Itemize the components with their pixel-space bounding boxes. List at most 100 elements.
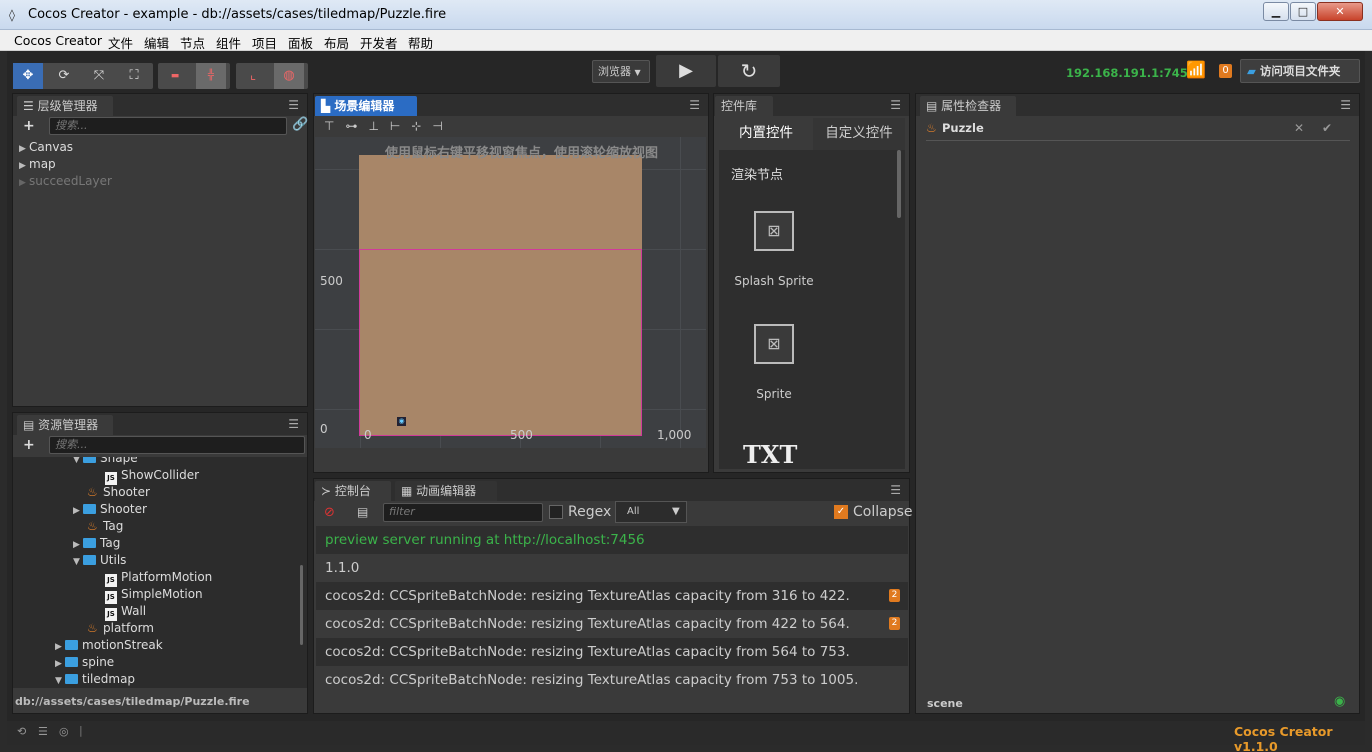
visibility-icon[interactable]: ◎ [59, 725, 69, 738]
pivot-icon[interactable]: ▬ [160, 63, 190, 89]
player-sprite-icon[interactable]: ◉ [397, 417, 406, 426]
log-line[interactable]: 1.1.0 [316, 554, 908, 582]
align-top-icon[interactable]: ⊤ [324, 119, 345, 133]
expand-arrow-icon[interactable]: ▶ [55, 642, 65, 652]
close-window-button[interactable]: ✕ [1317, 2, 1363, 21]
preview-ip-address[interactable]: 192.168.191.1:7456 [1066, 66, 1196, 80]
open-project-folder-button[interactable]: ▰ 访问项目文件夹 [1240, 59, 1360, 83]
expand-arrow-icon[interactable]: ▶ [19, 144, 29, 154]
eye-icon[interactable]: ◉ [1334, 694, 1345, 709]
scale-tool-icon[interactable]: ⤧ [84, 63, 114, 89]
add-asset-button[interactable]: + [23, 437, 35, 453]
link-icon[interactable]: 🔗 [292, 117, 308, 132]
asset-script-simplemotion[interactable]: JS SimpleMotion [105, 587, 203, 604]
widgets-scrollbar[interactable] [897, 150, 901, 218]
log-line[interactable]: cocos2d: CCSpriteBatchNode: resizing Tex… [316, 666, 908, 694]
asset-script-wall[interactable]: JS Wall [105, 604, 146, 621]
log-line[interactable]: cocos2d: CCSpriteBatchNode: resizing Tex… [316, 610, 908, 638]
log-line[interactable]: cocos2d: CCSpriteBatchNode: resizing Tex… [316, 638, 908, 666]
tree-node-map[interactable]: ▶ map [19, 157, 56, 171]
assets-menu-icon[interactable]: ☰ [288, 417, 299, 431]
local-space-icon[interactable]: ⌞ [238, 63, 268, 89]
align-vcenter-icon[interactable]: ⊶ [345, 119, 368, 133]
assets-search-input[interactable]: 搜索... [49, 436, 305, 454]
center-icon[interactable]: ╬ [196, 63, 226, 89]
asset-script-platformmotion[interactable]: JS PlatformMotion [105, 570, 212, 587]
tab-scene-editor[interactable]: ▙ 场景编辑器 [315, 96, 417, 116]
tab-hierarchy[interactable]: ☰ 层级管理器 [17, 96, 113, 116]
tab-assets[interactable]: ▤ 资源管理器 [17, 415, 113, 435]
align-hcenter-icon[interactable]: ⊹ [411, 119, 432, 133]
collapse-arrow-icon[interactable]: ▼ [73, 457, 83, 465]
tab-custom-widgets[interactable]: 自定义控件 [813, 118, 905, 150]
menu-developer[interactable]: 开发者 [360, 33, 398, 52]
preview-platform-select[interactable]: 浏览器 ▼ [592, 60, 650, 83]
splash-sprite-icon[interactable]: ⊠ [754, 211, 794, 251]
sprite-icon[interactable]: ⊠ [754, 324, 794, 364]
expand-arrow-icon[interactable]: ▶ [73, 506, 83, 516]
asset-scene-platform[interactable]: ♨ platform [87, 621, 154, 635]
play-button[interactable]: ▶ [656, 55, 716, 87]
menu-cocos-creator[interactable]: Cocos Creator [14, 33, 102, 48]
expand-arrow-icon[interactable]: ▶ [55, 659, 65, 669]
add-node-button[interactable]: + [23, 118, 35, 134]
asset-folder-tag[interactable]: ▶ Tag [73, 536, 120, 550]
menu-file[interactable]: 文件 [108, 33, 133, 52]
tab-animation-editor[interactable]: ▦ 动画编辑器 [395, 481, 497, 501]
collapse-arrow-icon[interactable]: ▼ [73, 557, 83, 567]
menu-project[interactable]: 项目 [252, 33, 277, 52]
global-space-icon[interactable]: ◍ [274, 63, 304, 89]
scene-menu-icon[interactable]: ☰ [689, 98, 700, 112]
open-log-icon[interactable]: ▤ [357, 505, 368, 519]
rotate-tool-icon[interactable]: ⟳ [49, 63, 79, 89]
menu-layout[interactable]: 布局 [324, 33, 349, 52]
hierarchy-search-input[interactable]: 搜索... [49, 117, 287, 135]
tree-node-succeedlayer[interactable]: ▶ succeedLayer [19, 174, 112, 188]
asset-scene-tag[interactable]: ♨ Tag [87, 519, 123, 533]
collapse-checkbox[interactable]: ✓ [834, 505, 848, 519]
scene-viewport[interactable]: 使用鼠标右键平移视窗焦点，使用滚轮缩放视图 ◉ 500 0 0 500 1,00… [315, 137, 706, 448]
maximize-button[interactable]: □ [1290, 2, 1316, 21]
database-icon[interactable]: ☰ [38, 725, 48, 738]
align-bottom-icon[interactable]: ⊥ [368, 119, 389, 133]
asset-folder-shooter[interactable]: ▶ Shooter [73, 502, 147, 516]
expand-arrow-icon[interactable]: ▶ [73, 540, 83, 550]
widget-splash-sprite[interactable]: Splash Sprite [719, 274, 829, 288]
clear-console-icon[interactable]: ⊘ [324, 505, 335, 520]
hierarchy-menu-icon[interactable]: ☰ [288, 98, 299, 112]
console-menu-icon[interactable]: ☰ [890, 483, 901, 497]
expand-arrow-icon[interactable]: ▶ [19, 178, 29, 188]
minimize-button[interactable]: ▁ [1263, 2, 1289, 21]
asset-scene-shooter[interactable]: ♨ Shooter [87, 485, 150, 499]
notification-badge[interactable]: 0 [1219, 64, 1232, 78]
console-filter-input[interactable]: filter [383, 503, 543, 522]
tab-console[interactable]: ≻ 控制台 [315, 481, 391, 501]
menu-panel[interactable]: 面板 [288, 33, 313, 52]
asset-folder-spine[interactable]: ▶ spine [55, 655, 114, 669]
menu-help[interactable]: 帮助 [408, 33, 433, 52]
widgets-menu-icon[interactable]: ☰ [890, 98, 901, 112]
menu-component[interactable]: 组件 [216, 33, 241, 52]
align-left-icon[interactable]: ⊢ [390, 119, 411, 133]
log-line[interactable]: cocos2d: CCSpriteBatchNode: resizing Tex… [316, 582, 908, 610]
tab-inspector[interactable]: ▤ 属性检查器 [920, 96, 1016, 116]
inspector-menu-icon[interactable]: ☰ [1340, 98, 1351, 112]
assets-scrollbar[interactable] [300, 565, 303, 645]
asset-folder-motionstreak[interactable]: ▶ motionStreak [55, 638, 163, 652]
asset-script-showcollider[interactable]: JS ShowCollider [105, 468, 199, 485]
expand-arrow-icon[interactable]: ▶ [19, 161, 29, 171]
refresh-button[interactable]: ↻ [718, 55, 780, 87]
asset-folder-utils[interactable]: ▼ Utils [73, 553, 126, 567]
menu-node[interactable]: 节点 [180, 33, 205, 52]
label-widget-icon[interactable]: TXT [743, 440, 797, 469]
log-line[interactable]: preview server running at http://localho… [316, 526, 908, 554]
apply-icon[interactable]: ✔ [1322, 121, 1332, 135]
tab-builtin-widgets[interactable]: 内置控件 [719, 118, 813, 150]
revert-icon[interactable]: ✕ [1294, 121, 1304, 135]
asset-folder-tiledmap[interactable]: ▼ tiledmap [55, 672, 135, 686]
sync-icon[interactable]: ⟲ [17, 725, 26, 738]
move-tool-icon[interactable]: ✥ [13, 63, 43, 89]
menu-edit[interactable]: 编辑 [144, 33, 169, 52]
log-level-select[interactable]: All ▼ [615, 501, 687, 523]
tab-widget-library[interactable]: 控件库 [715, 96, 773, 116]
